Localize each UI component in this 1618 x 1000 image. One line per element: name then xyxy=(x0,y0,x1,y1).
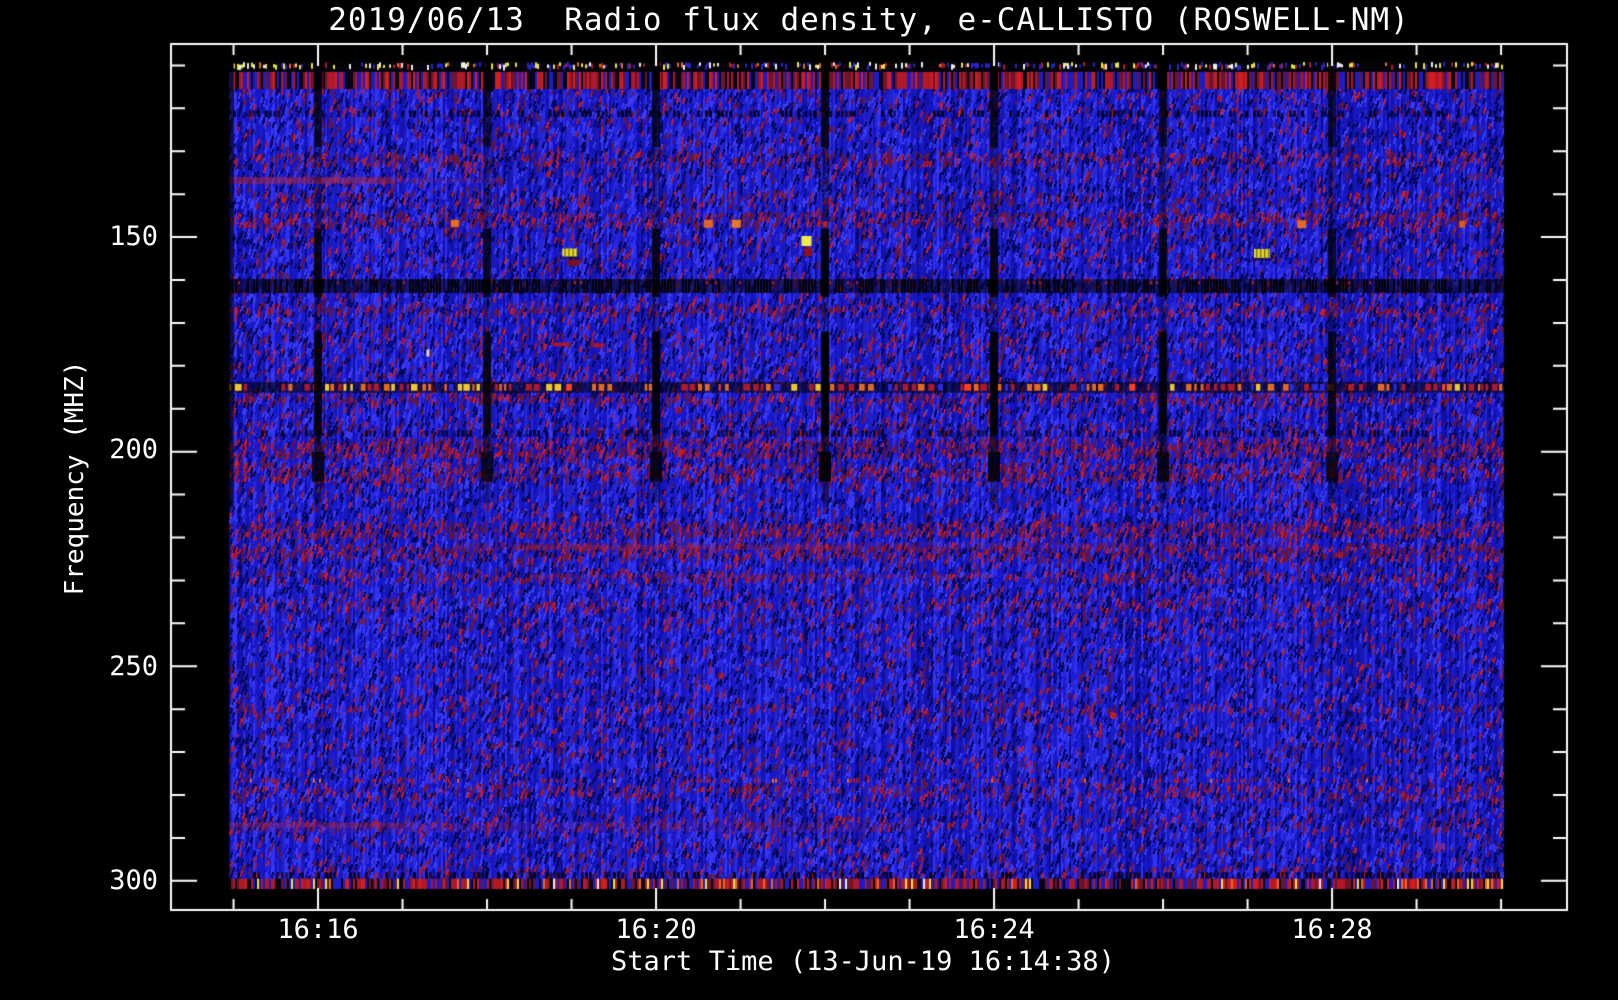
x-tick-label-1620: 16:20 xyxy=(615,914,697,945)
x-tick-label-1628: 16:28 xyxy=(1291,914,1373,945)
x-axis-title: Start Time (13-Jun-19 16:14:38) xyxy=(611,946,1115,977)
x-tick-label-1624: 16:24 xyxy=(953,914,1035,945)
spectrogram-canvas xyxy=(0,0,1618,1000)
y-tick-label-250: 250 xyxy=(109,651,158,682)
x-tick-label-1616: 16:16 xyxy=(277,914,359,945)
y-axis-title: Frequency (MHZ) xyxy=(60,360,90,596)
chart-title: 2019/06/13 Radio flux density, e-CALLIST… xyxy=(328,2,1410,38)
y-tick-label-200: 200 xyxy=(109,434,158,465)
y-tick-label-150: 150 xyxy=(109,221,158,252)
y-tick-label-300: 300 xyxy=(109,865,158,896)
spectrogram-figure: 2019/06/13 Radio flux density, e-CALLIST… xyxy=(0,0,1618,1000)
